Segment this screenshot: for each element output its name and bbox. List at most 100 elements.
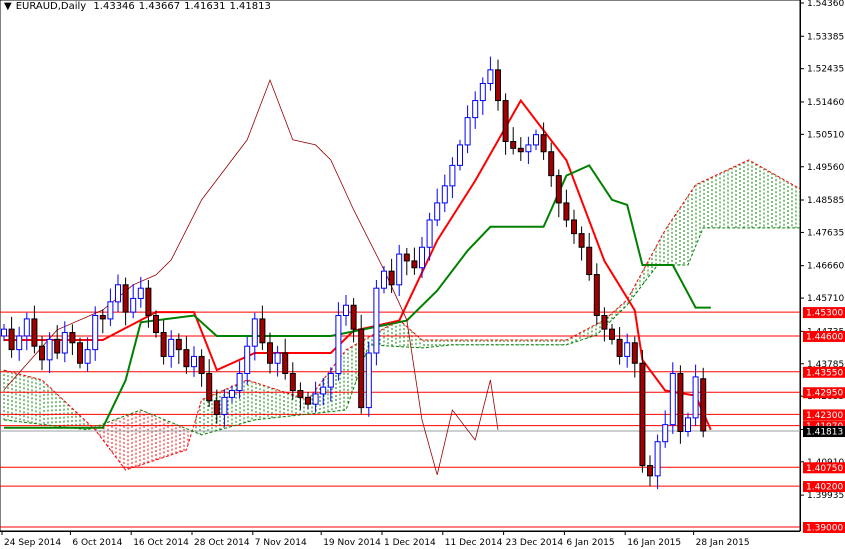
candle-body [320, 386, 327, 395]
low-value: 1.41631 [184, 1, 226, 12]
candle-body [122, 284, 129, 313]
y-tick-label: 1.45710 [807, 294, 844, 304]
candle-body [46, 338, 53, 361]
candle-body [510, 141, 517, 149]
candle-body [61, 332, 68, 354]
candle-body [312, 393, 319, 405]
candle-body [198, 355, 205, 374]
close-value: 1.41813 [229, 1, 271, 12]
candle-body [502, 100, 509, 143]
level-label: 1.40200 [806, 483, 843, 493]
candle-body [609, 328, 615, 340]
candle-body [434, 202, 441, 221]
candle-body [593, 274, 600, 316]
candle-body [441, 185, 448, 204]
candle-body [327, 372, 334, 388]
candle-body [669, 372, 676, 426]
candle-body [365, 352, 372, 409]
candle-body [251, 318, 258, 347]
x-tick-label: 19 Nov 2014 [323, 538, 381, 548]
candle-body [191, 355, 197, 368]
candle-body [563, 202, 570, 221]
y-tick-label: 1.52435 [807, 65, 844, 75]
y-tick-label: 1.48585 [807, 196, 844, 206]
candle-body [449, 164, 456, 187]
candle-body [77, 342, 83, 364]
chart-title: ▼ EURAUD,Daily 1.43346 1.43667 1.41631 1.418… [4, 1, 275, 12]
x-tick-label: 1 Dec 2014 [384, 538, 436, 548]
candle-body [259, 318, 266, 344]
x-tick-label: 11 Dec 2014 [445, 538, 503, 548]
candle-body [419, 246, 425, 269]
candle-body [631, 342, 638, 364]
candle-body [350, 304, 357, 330]
candle-body [555, 175, 562, 204]
candle-body [464, 117, 471, 146]
candle-body [411, 260, 418, 269]
candle-body [39, 345, 45, 361]
candle-body [137, 287, 144, 299]
candle-body [700, 378, 707, 432]
candle [373, 280, 380, 366]
x-tick-label: 24 Sep 2014 [4, 538, 61, 548]
candle-body [540, 134, 547, 153]
level-label: 1.45300 [806, 309, 843, 319]
candle-body [479, 83, 486, 102]
candle-body [403, 253, 410, 262]
level-label: 1.42950 [806, 389, 843, 399]
symbol-label: EURAUD,Daily [15, 1, 87, 12]
candle-body [297, 390, 304, 398]
candle-body [107, 301, 114, 320]
candle-body [525, 144, 532, 153]
candle-body [23, 318, 30, 337]
candle [639, 349, 646, 473]
y-tick-label: 1.50510 [807, 130, 844, 140]
candle-body [692, 376, 699, 419]
open-value: 1.43346 [93, 1, 135, 12]
x-tick-label: 16 Jan 2015 [627, 538, 681, 548]
candle-body [335, 314, 342, 374]
candle-body [457, 144, 463, 166]
candle-body [183, 349, 190, 368]
y-tick-label: 1.46660 [807, 262, 844, 272]
candle-body [616, 338, 623, 357]
candle-body [472, 100, 479, 119]
candle-body [289, 372, 296, 392]
candle-body [153, 314, 159, 334]
x-tick-label: 7 Nov 2014 [255, 538, 307, 548]
candle-body [221, 396, 228, 415]
x-tick-label: 6 Oct 2014 [72, 538, 122, 548]
candle-body [647, 465, 653, 477]
candle-body [99, 314, 106, 320]
candle-body [601, 314, 608, 330]
candle-body [305, 396, 311, 405]
candle-body [1, 328, 7, 337]
high-value: 1.43667 [138, 1, 181, 12]
candle-body [229, 390, 235, 398]
x-tick-label: 28 Oct 2014 [194, 538, 250, 548]
candle-body [343, 304, 349, 316]
x-tick-label: 23 Dec 2014 [506, 538, 564, 548]
price-chart[interactable]: 1.54360 1.53385 1.52435 1.51460 1.50510 1.495… [0, 0, 845, 549]
x-tick-label: 28 Jan 2015 [696, 538, 750, 548]
candle-body [624, 342, 631, 357]
candle-body [517, 147, 524, 153]
candle-body [130, 297, 137, 313]
dropdown-arrow-icon[interactable]: ▼ [4, 1, 12, 12]
candle-body [213, 400, 220, 415]
candle-body [662, 424, 669, 443]
x-tick-label: 16 Oct 2014 [133, 538, 189, 548]
candle-body [533, 134, 539, 146]
candle-body [244, 345, 251, 374]
level-label: 1.42300 [806, 411, 843, 421]
candle-body [31, 318, 38, 347]
candle-body [92, 314, 99, 351]
candle-body [115, 284, 121, 303]
x-tick-label: 6 Jan 2015 [566, 538, 614, 548]
candle-body [267, 342, 273, 364]
candle-body [206, 372, 213, 402]
candle-body [274, 352, 281, 364]
candle-body [426, 219, 433, 248]
candle-body [69, 332, 76, 344]
level-label: 1.39000 [806, 524, 843, 534]
